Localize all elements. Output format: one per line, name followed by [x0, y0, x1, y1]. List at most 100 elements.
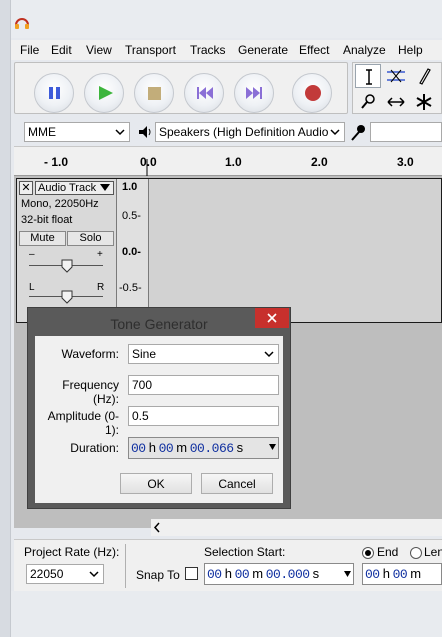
zoom-tool[interactable]: [355, 90, 381, 114]
y-axis-label: 0.5-: [122, 210, 141, 222]
ruler-tick: 1.0: [225, 155, 242, 169]
menu-file[interactable]: File: [20, 43, 39, 57]
pause-button[interactable]: [34, 73, 74, 113]
audio-host-select[interactable]: MME: [24, 122, 130, 142]
dialog-close-button[interactable]: [255, 308, 289, 328]
ok-button[interactable]: OK: [120, 473, 192, 494]
menu-tracks[interactable]: Tracks: [190, 43, 226, 57]
skip-end-icon: [246, 87, 262, 99]
timeline-ruler[interactable]: - 1.0 0.0 1.0 2.0 3.0: [14, 146, 442, 177]
snap-to-label: Snap To: [136, 568, 180, 582]
gain-plus-label: +: [97, 249, 103, 260]
timeshift-tool[interactable]: [383, 90, 409, 114]
menu-help[interactable]: Help: [398, 43, 423, 57]
pan-right-label: R: [97, 282, 105, 293]
output-device-select[interactable]: Speakers (High Definition Audio: [155, 122, 345, 142]
menu-transport[interactable]: Transport: [125, 43, 176, 57]
start-seconds: 00.000: [265, 567, 310, 582]
amplitude-input[interactable]: 0.5: [128, 406, 279, 426]
track-close-button[interactable]: ✕: [19, 181, 33, 195]
mute-button[interactable]: Mute: [19, 231, 66, 246]
snap-to-checkbox[interactable]: [185, 567, 198, 580]
selection-tool[interactable]: [355, 64, 381, 88]
triangle-down-icon: [100, 184, 110, 191]
stop-button[interactable]: [134, 73, 174, 113]
dialog-body: Waveform: Sine Frequency (Hz): 700 Ampli…: [35, 336, 283, 503]
amplitude-label: Amplitude (0-1):: [47, 409, 119, 437]
selection-toolbar: Project Rate (Hz): 22050 Snap To Selecti…: [14, 539, 442, 591]
track-control-panel: ✕ Audio Track Mono, 22050Hz 32-bit float…: [17, 179, 117, 322]
track-name: Audio Track: [38, 182, 97, 194]
length-label: Len: [424, 545, 442, 559]
selection-start-label: Selection Start:: [204, 545, 286, 559]
audio-host-value: MME: [28, 125, 56, 139]
menu-view[interactable]: View: [86, 43, 112, 57]
device-toolbar: MME Speakers (High Definition Audio: [14, 120, 442, 144]
timeshift-tool-icon: [387, 97, 405, 107]
chevron-left-icon[interactable]: [151, 519, 163, 536]
waveform-label: Waveform:: [61, 347, 119, 361]
y-axis-label: 1.0: [122, 181, 138, 193]
ruler-tick: 3.0: [397, 155, 414, 169]
pan-left-label: L: [29, 282, 35, 293]
cancel-button[interactable]: Cancel: [201, 473, 273, 494]
duration-seconds: 00.066: [189, 441, 234, 456]
end-minutes: 00: [392, 567, 408, 582]
ruler-tick: 2.0: [311, 155, 328, 169]
waveform-select[interactable]: Sine: [128, 344, 279, 364]
triangle-down-icon: [269, 444, 276, 450]
amplitude-value: 0.5: [132, 409, 149, 423]
selection-tool-icon: [366, 69, 372, 85]
envelope-tool[interactable]: [383, 64, 409, 88]
skip-to-start-button[interactable]: [184, 73, 224, 113]
output-device-value: Speakers (High Definition Audio: [159, 125, 329, 139]
stop-icon: [148, 87, 161, 100]
duration-hours: 00: [131, 441, 146, 456]
dialog-title: Tone Generator: [28, 308, 290, 336]
menu-edit[interactable]: Edit: [51, 43, 72, 57]
track-format: Mono, 22050Hz: [21, 198, 99, 210]
draw-tool[interactable]: [411, 64, 437, 88]
length-radio[interactable]: [410, 547, 422, 559]
gain-minus-label: –: [29, 249, 35, 260]
selection-start-timecode[interactable]: 00 h 00 m 00.000 s: [204, 563, 354, 585]
audio-track: ✕ Audio Track Mono, 22050Hz 32-bit float…: [16, 178, 442, 323]
solo-button[interactable]: Solo: [67, 231, 114, 246]
input-device-select[interactable]: [370, 122, 442, 142]
desktop-edge: [0, 0, 11, 637]
speaker-icon: [139, 126, 151, 138]
pan-slider-thumb[interactable]: [61, 290, 73, 304]
end-hours: 00: [365, 567, 380, 582]
multi-tool-icon: [416, 94, 432, 110]
chevron-down-icon: [330, 129, 340, 136]
track-vertical-ruler: 1.0 0.5- 0.0- -0.5-: [117, 179, 149, 322]
play-head-marker: [146, 159, 148, 177]
chevron-down-icon: [264, 351, 274, 358]
menu-effect[interactable]: Effect: [299, 43, 329, 57]
envelope-tool-icon: [387, 69, 405, 83]
record-button[interactable]: [292, 73, 332, 113]
end-radio[interactable]: [362, 547, 374, 559]
frequency-input[interactable]: 700: [128, 375, 279, 395]
microphone-icon: [351, 125, 365, 141]
selection-end-timecode[interactable]: 00 h 00 m: [362, 563, 442, 585]
waveform-area[interactable]: [150, 179, 441, 322]
play-button[interactable]: [84, 73, 124, 113]
gain-slider-thumb[interactable]: [61, 259, 73, 273]
close-icon: [267, 313, 277, 323]
multi-tool[interactable]: [411, 90, 437, 114]
project-rate-select[interactable]: 22050: [26, 564, 104, 584]
triangle-down-icon: [344, 571, 351, 577]
project-rate-label: Project Rate (Hz):: [24, 545, 120, 559]
record-icon: [305, 85, 321, 101]
duration-label: Duration:: [70, 441, 119, 455]
menu-analyze[interactable]: Analyze: [343, 43, 386, 57]
frequency-label: Frequency (Hz):: [62, 378, 119, 406]
skip-to-end-button[interactable]: [234, 73, 274, 113]
project-rate-value: 22050: [30, 567, 64, 581]
duration-timecode[interactable]: 00 h 00 m 00.066 s: [128, 437, 279, 459]
track-name-menu[interactable]: Audio Track: [35, 181, 114, 195]
menu-generate[interactable]: Generate: [238, 43, 288, 57]
play-icon: [99, 86, 113, 100]
horizontal-scrollbar[interactable]: [151, 519, 442, 536]
